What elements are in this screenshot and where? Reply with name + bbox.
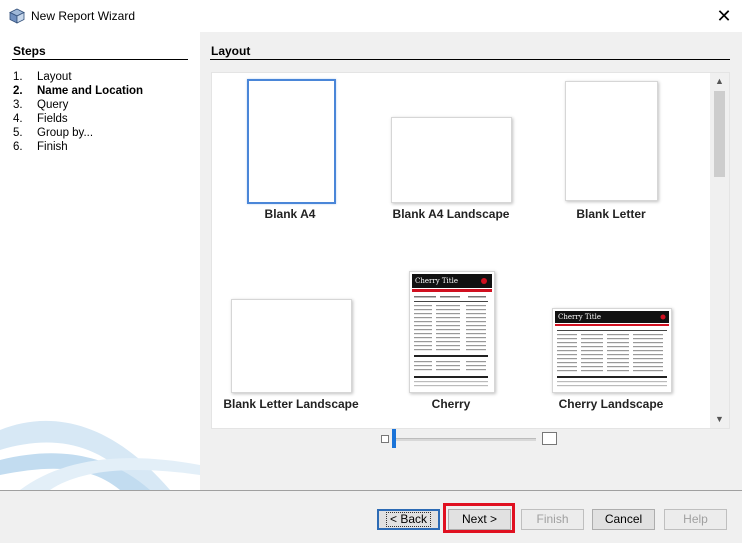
step-label: Name and Location	[37, 85, 144, 97]
step-item: 5. Group by...	[13, 126, 143, 140]
step-number: 1.	[13, 71, 23, 83]
step-number: 5.	[13, 127, 23, 139]
step-number: 2.	[13, 85, 23, 97]
step-number: 4.	[13, 113, 23, 125]
zoom-small-icon	[381, 435, 389, 443]
step-item-current: 2. Name and Location	[13, 84, 143, 98]
close-icon[interactable]: ✕	[712, 4, 736, 28]
zoom-handle[interactable]	[392, 429, 396, 448]
template-label[interactable]: Blank A4	[250, 207, 330, 221]
title-bar: New Report Wizard ✕	[0, 0, 742, 32]
step-label: Layout	[37, 71, 72, 83]
template-thumbnail[interactable]	[391, 117, 512, 203]
scroll-up-icon[interactable]: ▲	[710, 73, 729, 90]
steps-list: 1. Layout 2. Name and Location 3. Query 4. F…	[13, 70, 143, 154]
app-cube-icon	[9, 8, 25, 24]
layout-panel: Layout Blank A4 Blank A4 Landscape Blank…	[200, 32, 742, 490]
window-title: New Report Wizard	[31, 9, 136, 23]
scroll-thumb[interactable]	[714, 91, 725, 177]
step-item: 3. Query	[13, 98, 143, 112]
layout-heading: Layout	[211, 44, 251, 58]
step-label: Fields	[37, 113, 68, 125]
gallery-scrollbar[interactable]: ▲ ▼	[710, 73, 729, 428]
cherry-preview-title: Cherry Title	[415, 277, 458, 285]
template-thumbnail[interactable]: Cherry Title	[409, 271, 495, 393]
step-item: 1. Layout	[13, 70, 143, 84]
finish-button[interactable]: Finish	[521, 509, 584, 530]
decorative-swoosh	[0, 420, 200, 490]
template-label[interactable]: Cherry Landscape	[551, 397, 671, 411]
template-thumbnail[interactable]	[565, 81, 658, 201]
step-number: 3.	[13, 99, 23, 111]
button-bar: < Back Next > Finish Cancel Help	[0, 490, 742, 543]
template-label[interactable]: Blank Letter Landscape	[221, 397, 361, 411]
next-button-highlight	[443, 503, 515, 533]
back-button[interactable]: < Back	[377, 509, 440, 530]
step-label: Group by...	[37, 127, 94, 139]
steps-panel: Steps 1. Layout 2. Name and Location 3. Que…	[0, 32, 200, 490]
template-label[interactable]: Blank Letter	[565, 207, 657, 221]
step-label: Finish	[37, 141, 68, 153]
template-thumbnail[interactable]	[247, 79, 336, 204]
step-item: 4. Fields	[13, 112, 143, 126]
zoom-large-icon	[542, 432, 557, 445]
step-item: 6. Finish	[13, 140, 143, 154]
cherry-landscape-preview-title: Cherry Title	[558, 313, 601, 321]
template-thumbnail[interactable]: Cherry Title	[552, 308, 672, 393]
back-button-label: < Back	[385, 512, 432, 527]
template-gallery: Blank A4 Blank A4 Landscape Blank Letter…	[211, 72, 730, 429]
step-number: 6.	[13, 141, 23, 153]
cherry-preview: Cherry Title	[412, 274, 492, 387]
steps-heading: Steps	[13, 44, 46, 58]
template-label[interactable]: Blank A4 Landscape	[391, 207, 511, 221]
layout-divider	[210, 59, 730, 60]
cancel-button[interactable]: Cancel	[592, 509, 655, 530]
step-label: Query	[37, 99, 69, 111]
scroll-down-icon[interactable]: ▼	[710, 411, 729, 428]
template-thumbnail[interactable]	[231, 299, 352, 393]
steps-divider	[12, 59, 188, 60]
zoom-track[interactable]	[394, 438, 536, 441]
template-label[interactable]: Cherry	[421, 397, 481, 411]
help-button[interactable]: Help	[664, 509, 727, 530]
cherry-landscape-preview: Cherry Title	[555, 311, 669, 387]
zoom-slider[interactable]	[380, 429, 560, 448]
